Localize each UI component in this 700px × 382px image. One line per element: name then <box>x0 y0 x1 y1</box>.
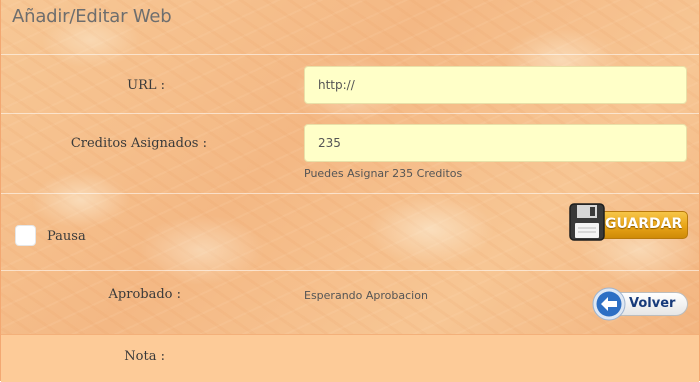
save-button-label: GUARDAR <box>605 216 683 232</box>
divider <box>1 193 699 194</box>
credits-input[interactable] <box>304 124 687 162</box>
divider <box>1 54 699 55</box>
back-button[interactable]: Volver <box>591 286 689 322</box>
approval-status: Esperando Aprobacion <box>304 289 428 302</box>
pause-label: Pausa <box>47 229 86 244</box>
url-label: URL : <box>127 78 165 93</box>
url-input[interactable] <box>304 66 687 104</box>
credits-hint: Puedes Asignar 235 Creditos <box>304 167 463 180</box>
divider <box>1 270 699 271</box>
save-button[interactable]: GUARDAR <box>568 202 689 242</box>
back-arrow-icon <box>592 287 626 321</box>
floppy-disk-icon <box>569 203 605 241</box>
edit-web-panel: Añadir/Editar Web URL : Creditos Asignad… <box>0 0 700 382</box>
back-button-label: Volver <box>629 296 676 311</box>
credits-label: Creditos Asignados : <box>70 136 207 151</box>
page-title: Añadir/Editar Web <box>12 6 172 27</box>
note-label: Nota : <box>124 349 165 364</box>
approved-label: Aprobado : <box>108 287 181 302</box>
pause-checkbox[interactable] <box>15 225 36 246</box>
divider <box>1 113 699 114</box>
note-row: Nota : <box>1 334 699 382</box>
